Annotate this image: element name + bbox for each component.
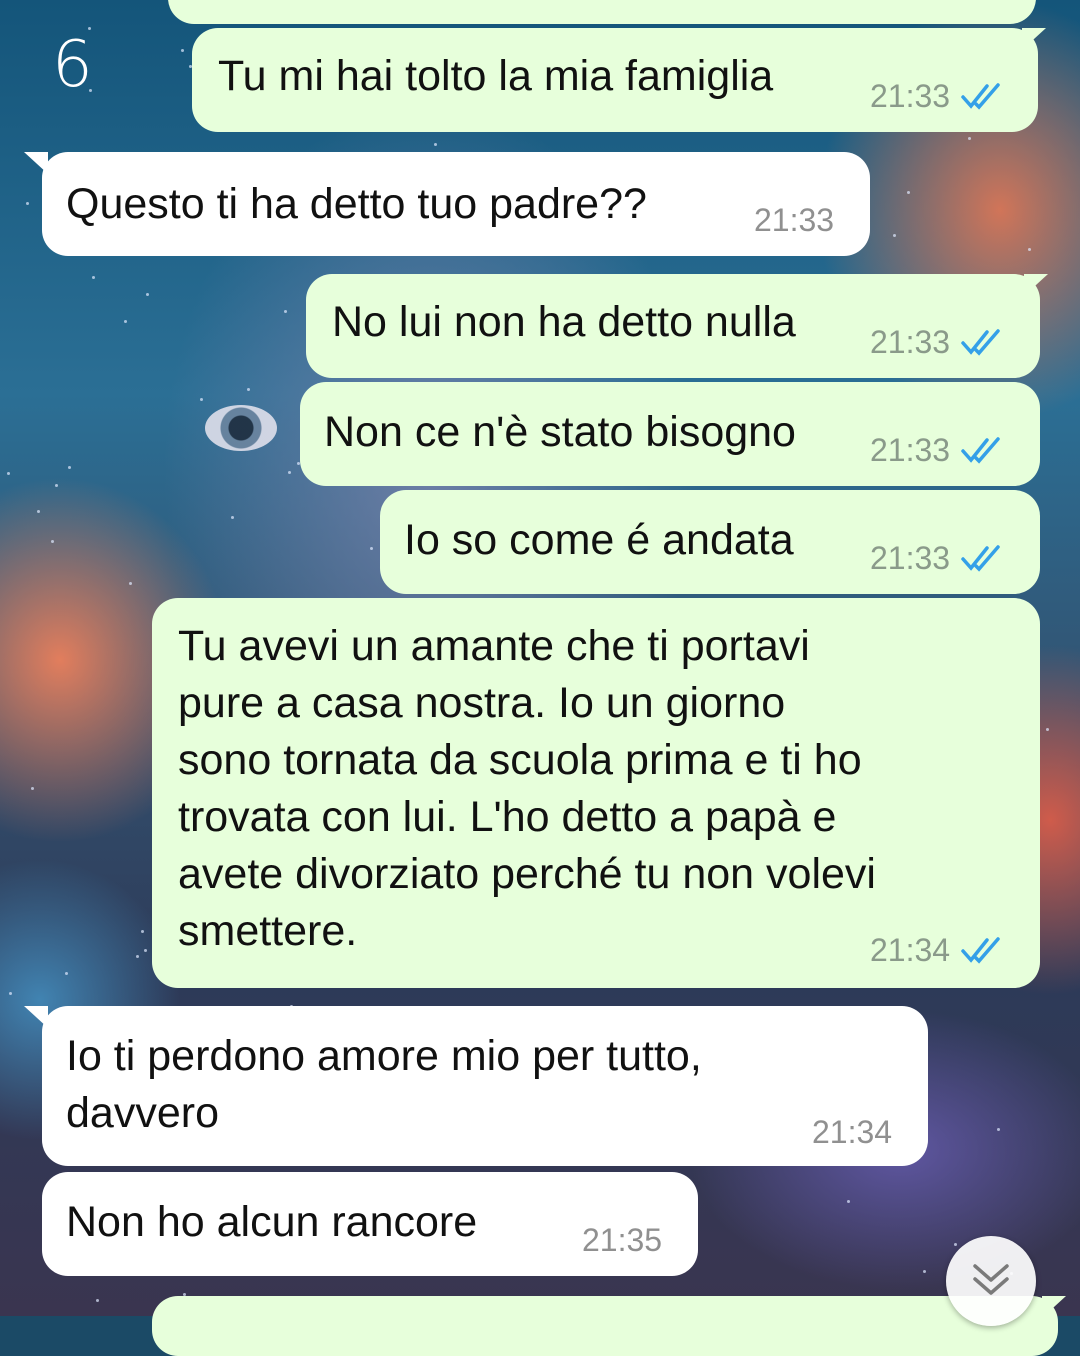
message-meta: 21:34	[870, 932, 1004, 968]
wallpaper-sparkle	[65, 972, 68, 975]
message-text: Io so come é andata	[404, 516, 794, 564]
chevron-double-down-icon	[973, 1264, 1009, 1295]
wallpaper-sparkle	[129, 582, 132, 585]
wallpaper-sparkle	[7, 472, 10, 475]
wallpaper-sparkle	[968, 137, 971, 140]
wallpaper-sparkle	[92, 276, 95, 279]
message-time: 21:35	[582, 1222, 663, 1258]
double-check-icon	[961, 437, 1000, 464]
wallpaper-sparkle	[1046, 728, 1049, 731]
wallpaper-sparkle	[51, 540, 54, 543]
message-time: 21:34	[812, 1114, 893, 1150]
wallpaper-sparkle	[68, 466, 71, 469]
wallpaper-sparkle	[370, 547, 373, 550]
message-bubble-incoming[interactable]: Io ti perdono amore mio per tutto, davve…	[24, 1006, 928, 1166]
wallpaper-sparkle	[136, 955, 139, 958]
wallpaper-sparkle	[1028, 248, 1031, 251]
wallpaper-sparkle	[284, 310, 287, 313]
page-number-annotation: 6	[52, 28, 93, 102]
message-line: avete divorziato perché tu non volevi	[178, 850, 876, 898]
message-text-block: Tu avevi un amante che ti portavi pure a…	[178, 618, 876, 960]
message-bubble-outgoing[interactable]: Tu avevi un amante che ti portavi pure a…	[152, 598, 1040, 988]
wallpaper-sparkle	[26, 202, 29, 205]
message-text: No lui non ha detto nulla	[332, 298, 796, 346]
message-time: 21:34	[870, 932, 951, 968]
message-time: 21:33	[870, 324, 951, 360]
wallpaper-eye	[205, 405, 277, 451]
message-text: Non ce n'è stato bisogno	[324, 408, 796, 456]
message-meta: 21:33	[870, 78, 1004, 114]
wallpaper-sparkle	[9, 992, 12, 995]
wallpaper-sparkle	[146, 293, 149, 296]
message-bubble-outgoing[interactable]: Io so come é andata 21:33	[380, 490, 1040, 594]
message-text: Non ho alcun rancore	[66, 1198, 478, 1246]
message-time: 21:33	[870, 540, 951, 576]
wallpaper-sparkle	[923, 1270, 926, 1273]
message-bubble-outgoing[interactable]: Tu mi hai tolto la mia famiglia 21:33	[192, 28, 1046, 132]
wallpaper-sparkle	[141, 930, 144, 933]
wallpaper-sparkle	[997, 1128, 1000, 1131]
message-text-block: Io ti perdono amore mio per tutto, davve…	[66, 1028, 702, 1142]
wallpaper-sparkle	[181, 49, 184, 52]
bubble-tail	[1042, 1296, 1066, 1318]
message-text: Questo ti ha detto tuo padre??	[66, 180, 647, 228]
double-check-icon	[961, 83, 1000, 110]
wallpaper-sparkle	[200, 398, 203, 401]
wallpaper-sparkle	[893, 234, 896, 237]
wallpaper-sparkle	[31, 787, 34, 790]
wallpaper-sparkle	[37, 510, 40, 513]
message-time: 21:33	[870, 432, 951, 468]
message-time: 21:33	[754, 202, 835, 238]
message-bubble-outgoing[interactable]: No lui non ha detto nulla 21:33	[306, 274, 1048, 378]
message-bubble-outgoing[interactable]: Non ce n'è stato bisogno 21:33	[300, 382, 1040, 486]
wallpaper-sparkle	[231, 516, 234, 519]
wallpaper-sparkle	[907, 191, 910, 194]
message-bubble-partial[interactable]	[168, 0, 1036, 24]
message-meta: 21:33	[870, 540, 1004, 576]
double-check-icon	[961, 329, 1000, 356]
wallpaper-sparkle	[124, 320, 127, 323]
message-bubble-partial[interactable]	[152, 1296, 1066, 1356]
message-line: sono tornata da scuola prima e ti ho	[178, 736, 862, 784]
message-line: smettere.	[178, 907, 358, 955]
bubble-tail	[1024, 274, 1048, 296]
double-check-icon	[961, 545, 1000, 572]
wallpaper-sparkle	[55, 484, 58, 487]
message-line: Io ti perdono amore mio per tutto,	[66, 1032, 702, 1080]
message-line: trovata con lui. L'ho detto a papà e	[178, 793, 837, 841]
wallpaper-sparkle	[247, 388, 250, 391]
scroll-to-bottom-button[interactable]	[946, 1236, 1036, 1326]
message-meta: 21:33	[870, 324, 1004, 360]
bubble-tail	[24, 152, 48, 174]
wallpaper-sparkle	[96, 1299, 99, 1302]
message-time: 21:33	[870, 78, 951, 114]
message-line: davvero	[66, 1089, 219, 1137]
double-check-icon	[961, 937, 1000, 964]
wallpaper-sparkle	[434, 143, 437, 146]
bubble-tail	[24, 1006, 48, 1028]
message-meta: 21:33	[870, 432, 1004, 468]
wallpaper-sparkle	[847, 1200, 850, 1203]
wallpaper-sparkle	[144, 949, 147, 952]
bubble-tail	[1022, 28, 1046, 50]
wallpaper-sparkle	[288, 471, 291, 474]
message-line: pure a casa nostra. Io un giorno	[178, 679, 786, 727]
message-line: Tu avevi un amante che ti portavi	[178, 622, 810, 670]
message-text: Tu mi hai tolto la mia famiglia	[218, 52, 774, 100]
message-bubble-incoming[interactable]: Non ho alcun rancore 21:35	[42, 1172, 698, 1276]
message-bubble-incoming[interactable]: Questo ti ha detto tuo padre?? 21:33	[24, 152, 870, 256]
